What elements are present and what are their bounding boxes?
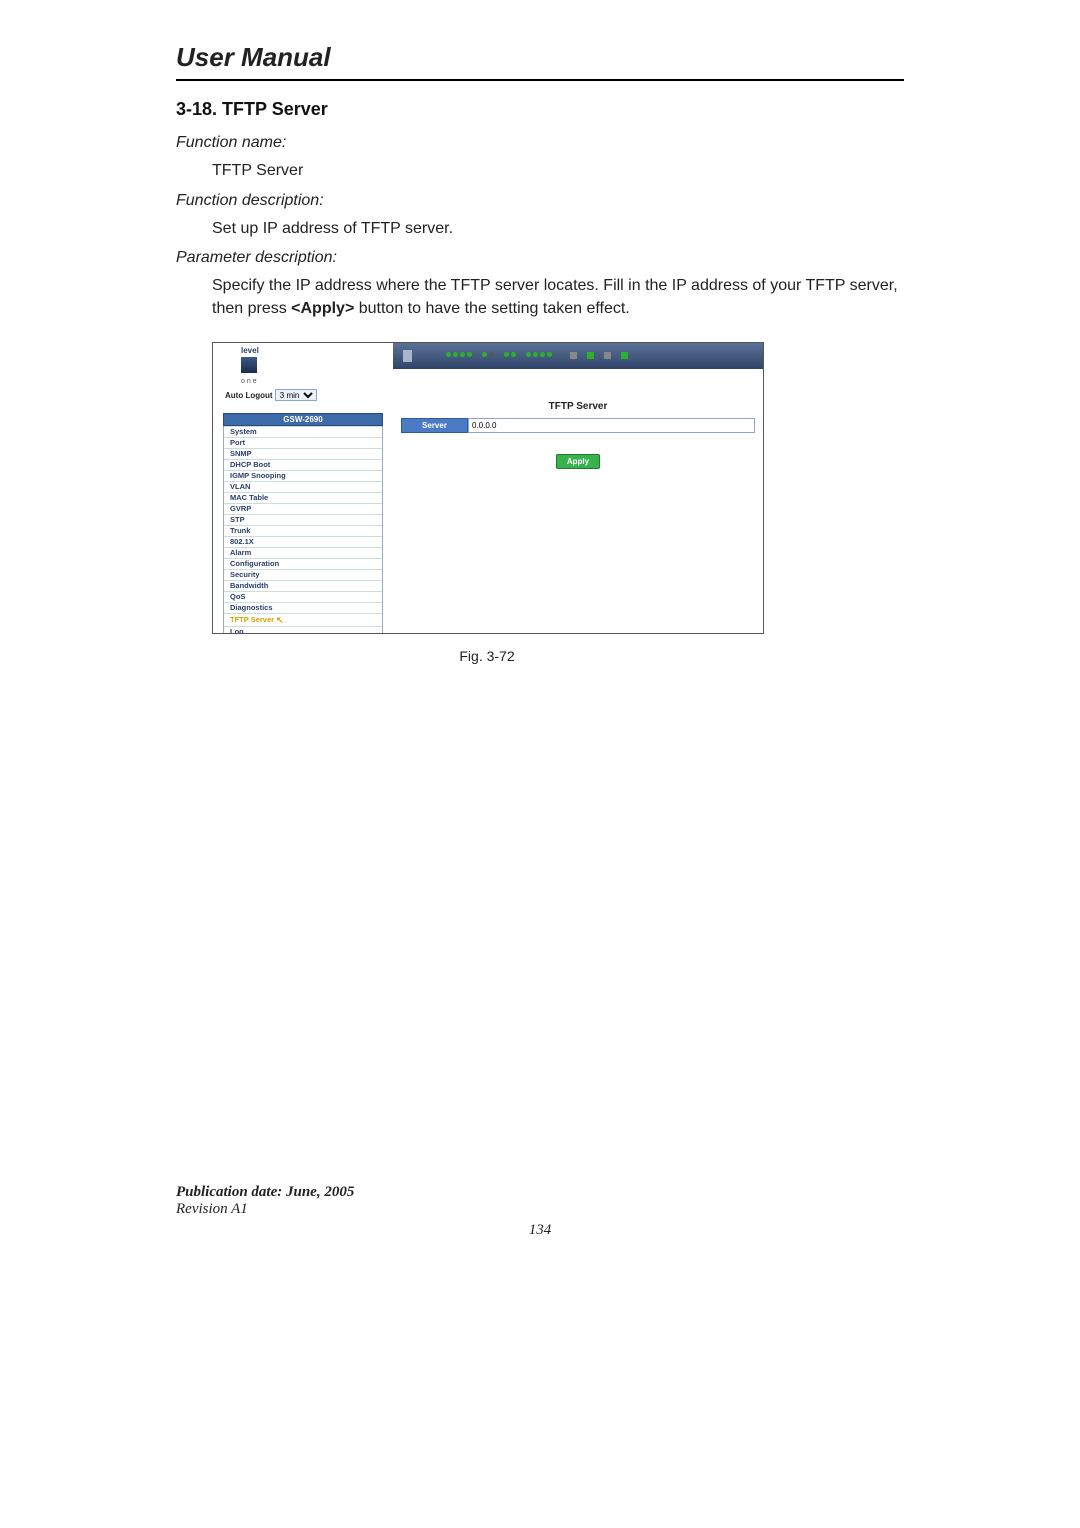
revision-line: Revision A1 (176, 1201, 904, 1218)
panel-title: TFTP Server (393, 401, 763, 412)
auto-logout-row: Auto Logout 3 min (223, 389, 388, 401)
main-panel: TFTP Server Server Apply (393, 373, 763, 633)
nav-item[interactable]: QoS (224, 591, 382, 602)
logo-icon (241, 357, 257, 373)
page-title: User Manual (176, 40, 904, 81)
nav-item[interactable]: Security (224, 569, 382, 580)
publication-date: Publication date: June, 2005 (176, 1184, 904, 1201)
nav-header: GSW-2690 (223, 413, 383, 426)
function-name-value: TFTP Server (212, 160, 904, 182)
nav-item[interactable]: Port (224, 437, 382, 448)
logo-text: level (223, 345, 388, 355)
apply-button[interactable]: Apply (556, 454, 600, 469)
page-number: 134 (176, 1222, 904, 1239)
switch-port-bar (393, 343, 763, 369)
auto-logout-select[interactable]: 3 min (275, 389, 317, 401)
auto-logout-label: Auto Logout (225, 391, 273, 400)
server-label: Server (401, 418, 468, 433)
nav-item[interactable]: Log (224, 626, 382, 634)
screenshot-figure: level one Auto Logout 3 min GSW-2690 Sys… (212, 342, 764, 634)
nav-box: GSW-2690 SystemPortSNMPDHCP BootIGMP Sno… (223, 413, 383, 634)
param-apply-bold: <Apply> (291, 300, 354, 317)
console-icon (403, 350, 412, 362)
document-page: User Manual 3-18. TFTP Server Function n… (156, 40, 924, 1239)
nav-item[interactable]: STP (224, 514, 382, 525)
nav-item[interactable]: System (224, 426, 382, 437)
parameter-description-text: Specify the IP address where the TFTP se… (212, 275, 904, 320)
nav-item[interactable]: TFTP Server↖ (224, 613, 382, 626)
parameter-description-label: Parameter description: (176, 249, 904, 267)
param-text-part2: button to have the setting taken effect. (354, 300, 629, 317)
function-description-label: Function description: (176, 192, 904, 210)
figure-caption: Fig. 3-72 (176, 648, 798, 664)
server-input[interactable] (468, 418, 755, 433)
function-description-value: Set up IP address of TFTP server. (212, 218, 904, 240)
nav-item[interactable]: 802.1X (224, 536, 382, 547)
apply-row: Apply (393, 451, 763, 469)
nav-item[interactable]: Alarm (224, 547, 382, 558)
server-row: Server (401, 418, 755, 433)
nav-item[interactable]: Bandwidth (224, 580, 382, 591)
function-name-label: Function name: (176, 134, 904, 152)
logo-subtext: one (223, 378, 388, 385)
nav-item[interactable]: GVRP (224, 503, 382, 514)
nav-list: SystemPortSNMPDHCP BootIGMP SnoopingVLAN… (223, 426, 383, 634)
nav-item[interactable]: SNMP (224, 448, 382, 459)
nav-item[interactable]: DHCP Boot (224, 459, 382, 470)
nav-item[interactable]: IGMP Snooping (224, 470, 382, 481)
nav-item[interactable]: Diagnostics (224, 602, 382, 613)
left-column: level one Auto Logout 3 min GSW-2690 Sys… (223, 345, 388, 634)
page-footer: Publication date: June, 2005 Revision A1… (176, 1184, 904, 1239)
nav-item[interactable]: Trunk (224, 525, 382, 536)
port-led-row (446, 352, 628, 359)
nav-item[interactable]: MAC Table (224, 492, 382, 503)
section-heading: 3-18. TFTP Server (176, 99, 904, 120)
nav-item[interactable]: VLAN (224, 481, 382, 492)
cursor-icon: ↖ (276, 615, 284, 626)
nav-item[interactable]: Configuration (224, 558, 382, 569)
